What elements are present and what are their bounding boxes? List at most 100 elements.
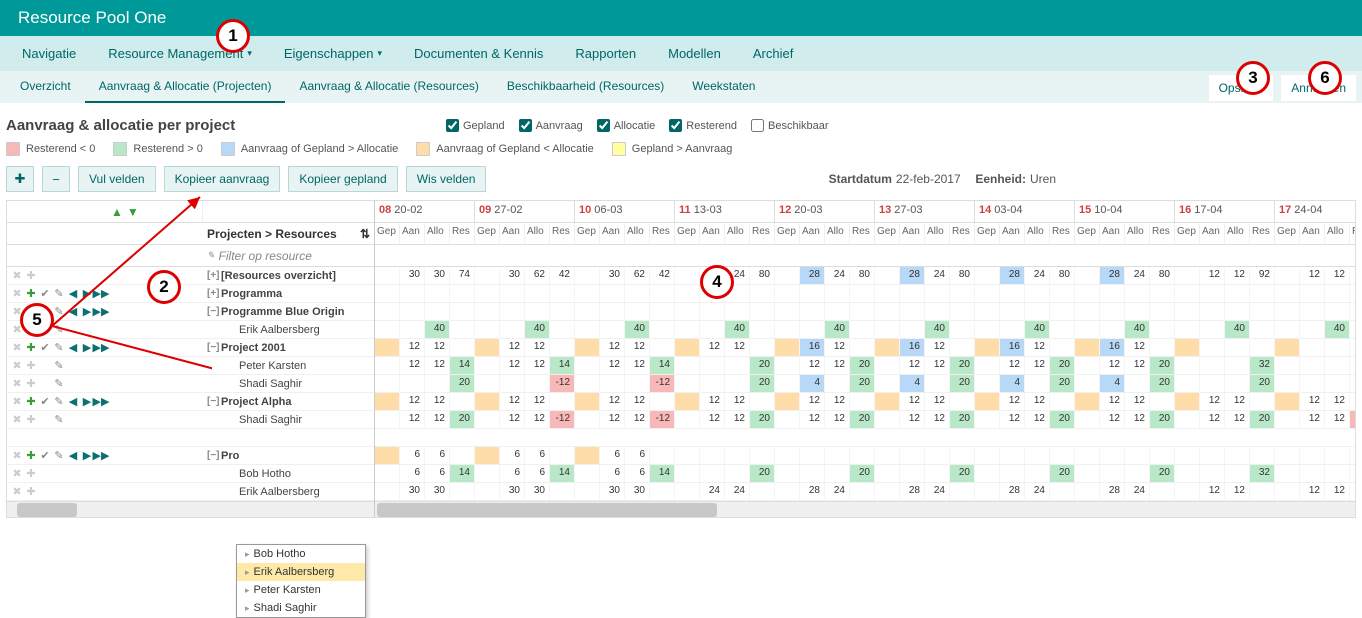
cell[interactable] [575,411,600,429]
cell[interactable] [550,321,575,339]
cell[interactable] [975,321,1000,339]
cell[interactable]: 12 [1025,339,1050,357]
cell[interactable] [950,339,975,357]
cell[interactable] [1000,285,1025,303]
cell[interactable]: 12 [500,411,525,429]
cell[interactable] [1150,447,1175,465]
nav-navigatie[interactable]: Navigatie [6,36,92,71]
cell[interactable] [1075,357,1100,375]
subnav-item-1[interactable]: Aanvraag & Allocatie (Projecten) [85,71,286,103]
cell[interactable] [875,303,900,321]
cell[interactable] [1075,393,1100,411]
cell[interactable]: 12 [625,411,650,429]
cell[interactable]: 20 [750,411,775,429]
nav-documenten-kennis[interactable]: Documenten & Kennis [398,36,559,71]
cell[interactable] [1100,285,1125,303]
cell[interactable]: 40 [525,321,550,339]
cell[interactable]: 80 [850,267,875,285]
cell[interactable] [425,303,450,321]
cell[interactable]: -12 [550,375,575,393]
cell[interactable] [1325,375,1350,393]
cell[interactable] [1175,321,1200,339]
cell[interactable] [1225,375,1250,393]
tree-toggle[interactable]: [−] [207,342,219,353]
cell[interactable] [900,321,925,339]
cell[interactable] [775,411,800,429]
cell[interactable] [875,339,900,357]
cell[interactable]: 92 [1250,267,1275,285]
cell[interactable] [625,303,650,321]
sort-asc-icon[interactable]: ▲ [111,205,123,219]
cell[interactable]: -1 [1350,411,1355,429]
cell[interactable]: 16 [1000,339,1025,357]
cell[interactable] [375,465,400,483]
cell[interactable] [1350,321,1355,339]
cell[interactable] [675,411,700,429]
cell[interactable] [550,339,575,357]
cell[interactable] [1000,465,1025,483]
cell[interactable] [1050,321,1075,339]
filter-3[interactable]: Resterend [669,119,737,132]
cell[interactable] [450,339,475,357]
cell[interactable] [1325,465,1350,483]
cell[interactable] [1125,465,1150,483]
cell[interactable]: 20 [1150,465,1175,483]
cell[interactable] [850,483,875,501]
copy-request-button[interactable]: Kopieer aanvraag [164,166,281,192]
cell[interactable] [1100,465,1125,483]
cell[interactable] [1125,375,1150,393]
cell[interactable]: 20 [450,411,475,429]
row-name[interactable]: Erik Aalbersberg [203,483,374,500]
cell[interactable] [575,483,600,501]
cell[interactable] [375,339,400,357]
cell[interactable]: 20 [1050,375,1075,393]
cell[interactable] [400,375,425,393]
row-actions[interactable]: ✖✚ ✎ [7,357,203,374]
cell[interactable] [675,267,700,285]
cell[interactable]: 12 [725,411,750,429]
row-name[interactable]: [+]Programma [203,285,374,302]
cell[interactable] [1275,447,1300,465]
cell[interactable] [1200,285,1225,303]
cell[interactable]: 4 [1100,375,1125,393]
cell[interactable] [1300,321,1325,339]
cell[interactable] [875,411,900,429]
cell[interactable]: 12 [525,357,550,375]
cell[interactable] [1250,483,1275,501]
subnav-item-3[interactable]: Beschikbaarheid (Resources) [493,71,678,103]
cell[interactable] [550,483,575,501]
cell[interactable]: 62 [625,267,650,285]
cell[interactable]: 12 [900,411,925,429]
cell[interactable] [1150,339,1175,357]
cell[interactable]: 12 [725,339,750,357]
cell[interactable] [1200,447,1225,465]
cell[interactable]: 28 [800,267,825,285]
cell[interactable] [575,285,600,303]
tree-toggle[interactable]: [−] [207,396,219,407]
cell[interactable] [1275,411,1300,429]
cell[interactable] [375,483,400,501]
row-name[interactable]: Bob Hotho [203,465,374,482]
cell[interactable] [1250,339,1275,357]
cell[interactable] [650,285,675,303]
cell[interactable] [450,483,475,501]
cell[interactable]: 12 [425,339,450,357]
row-actions[interactable]: ✖✚✔✎◀▶▶▶ [7,339,203,356]
right-scroll-h[interactable] [375,501,1355,517]
cell[interactable]: 14 [650,465,675,483]
cell[interactable]: 12 [1125,339,1150,357]
cell[interactable]: 14 [650,357,675,375]
cell[interactable]: 12 [500,339,525,357]
cell[interactable] [1075,321,1100,339]
cell[interactable] [400,303,425,321]
cell[interactable] [950,285,975,303]
cell[interactable] [1275,303,1300,321]
cell[interactable] [475,465,500,483]
cell[interactable]: 30 [400,267,425,285]
cell[interactable]: 24 [1125,483,1150,501]
cell[interactable] [575,267,600,285]
cell[interactable] [400,285,425,303]
cell[interactable]: -12 [650,375,675,393]
tree-toggle[interactable]: [+] [207,270,219,281]
cell[interactable]: 12 [1300,411,1325,429]
